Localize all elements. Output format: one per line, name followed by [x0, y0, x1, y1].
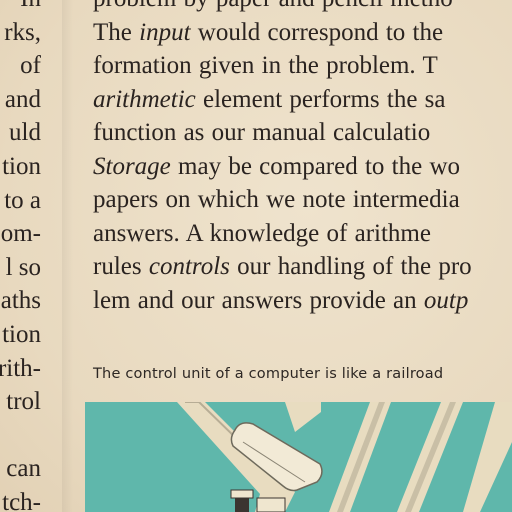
left-line: l so: [5, 253, 41, 281]
left-line: om-: [0, 220, 41, 248]
left-line: can: [6, 455, 41, 483]
left-line: rks,: [4, 18, 41, 46]
main-column-text: problem by paper and pencil metho The inp…: [93, 0, 472, 317]
main-line: arithmetic element performs the sa: [93, 83, 472, 117]
emphasized-term: arithmetic: [93, 85, 196, 113]
main-line: papers on which we note intermedia: [93, 183, 472, 217]
left-line: rith-: [0, 354, 41, 382]
line-text: problem by paper and pencil metho: [93, 0, 453, 12]
line-text: would correspond to the: [190, 18, 444, 46]
line-text: may be compared to the wo: [170, 152, 461, 180]
main-line: The input would correspond to the: [93, 16, 472, 50]
line-text: element performs the sa: [195, 85, 446, 113]
left-line: In: [0, 0, 41, 16]
left-line: trol: [6, 388, 41, 416]
main-line: rules controls our handling of the pro: [93, 250, 472, 284]
main-line: Storage may be compared to the wo: [93, 150, 472, 184]
left-line: [0, 419, 41, 453]
left-line: tch-: [2, 488, 41, 512]
line-text: lem and our answers provide an: [93, 286, 424, 314]
left-line: and: [4, 85, 41, 113]
page-gutter-shadow: [62, 0, 76, 512]
railroad-illustration: [85, 402, 512, 512]
left-line: to a: [4, 186, 41, 214]
left-line: aths: [0, 287, 41, 315]
emphasized-term: outp: [423, 286, 469, 314]
emphasized-term: Storage: [93, 152, 171, 180]
line-text: The: [93, 18, 140, 46]
line-text: answers. A knowledge of arithme: [93, 219, 431, 247]
figure-caption: The control unit of a computer is like a…: [93, 366, 444, 382]
left-line: tion: [2, 320, 41, 348]
emphasized-term: input: [139, 18, 191, 46]
line-text: formation given in the problem. T: [93, 52, 438, 79]
main-line: formation given in the problem. T: [93, 49, 472, 83]
main-line: answers. A knowledge of arithme: [93, 217, 472, 251]
main-line: problem by paper and pencil metho: [93, 0, 472, 16]
left-line: tion: [2, 152, 41, 180]
left-line: of: [20, 52, 41, 80]
line-text: papers on which we note intermedia: [93, 186, 460, 213]
main-line: lem and our answers provide an outp: [93, 284, 472, 318]
left-line: uld: [9, 119, 41, 147]
main-line: function as our manual calculatio: [93, 116, 472, 150]
line-text: our handling of the pro: [229, 253, 472, 280]
small-building: [256, 497, 286, 512]
line-text: rules: [93, 253, 149, 280]
signal-head: [230, 489, 254, 499]
left-column-text: In rks, of and uld tion to a om- l so at…: [0, 0, 41, 512]
line-text: function as our manual calculatio: [93, 119, 431, 146]
book-page: In rks, of and uld tion to a om- l so at…: [0, 0, 512, 512]
emphasized-term: controls: [148, 253, 230, 280]
